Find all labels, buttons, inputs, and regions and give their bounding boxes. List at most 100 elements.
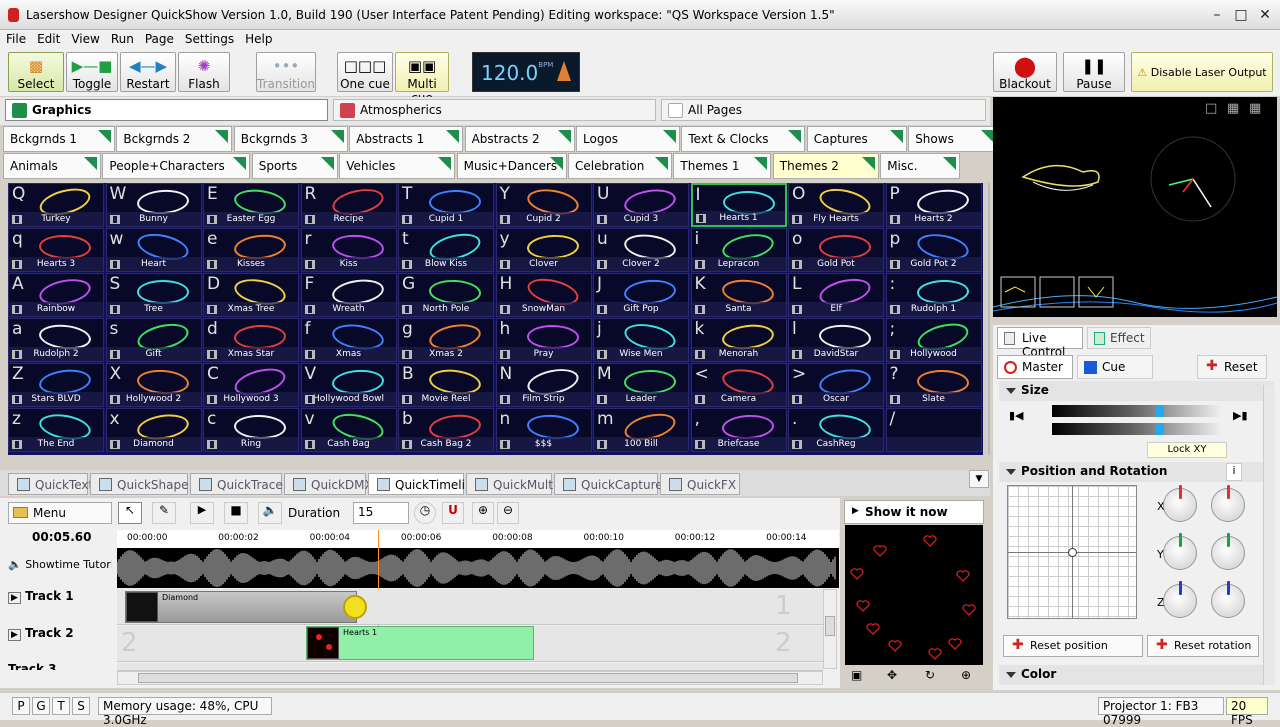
panel-scrollbar[interactable] xyxy=(1263,385,1275,685)
cue-cell[interactable]: S Tree xyxy=(105,273,202,317)
menu-page[interactable]: Page xyxy=(139,30,179,46)
grid-icon[interactable]: ▦ xyxy=(1249,101,1261,116)
cue-cell[interactable]: ? Slate xyxy=(885,363,982,407)
x-position-knob[interactable] xyxy=(1163,485,1197,522)
cue-cell[interactable]: E Easter Egg xyxy=(203,183,299,227)
quick-tab[interactable]: QuickMulti xyxy=(466,473,556,495)
status-g-button[interactable]: G xyxy=(32,697,50,715)
category-tab[interactable]: Vehicles xyxy=(339,153,456,179)
cue-button[interactable]: Cue xyxy=(1077,355,1153,379)
cue-cell[interactable]: : Rudolph 1 xyxy=(885,273,982,317)
cue-cell[interactable]: s Gift xyxy=(105,318,202,362)
cue-cell[interactable]: K Santa xyxy=(690,273,787,317)
track-2-label[interactable]: ▶ Track 2 xyxy=(8,626,74,641)
minimize-icon[interactable]: – xyxy=(1206,6,1228,24)
category-tab[interactable]: Sports xyxy=(251,153,338,179)
expand-icon[interactable]: ▶ xyxy=(8,629,21,641)
restart-button[interactable]: ◀—▶ Restart xyxy=(120,52,176,92)
cue-cell[interactable]: r Kiss xyxy=(300,228,397,272)
horizontal-scrollbar[interactable] xyxy=(117,671,823,685)
category-tab[interactable]: Captures xyxy=(806,126,907,152)
timeline-clip[interactable]: Diamond xyxy=(125,591,357,623)
cue-cell[interactable]: M Leader xyxy=(593,363,689,407)
category-tab[interactable]: Text & Clocks xyxy=(681,126,806,152)
track-3-lane[interactable] xyxy=(117,663,823,671)
category-tab[interactable]: Bckgrnds 2 xyxy=(116,126,233,152)
quick-tab[interactable]: QuickFX xyxy=(660,473,740,495)
bpm-display[interactable]: 120.0BPM xyxy=(472,52,580,92)
category-tab[interactable]: Music+Dancers xyxy=(456,153,567,179)
cue-cell[interactable]: W Bunny xyxy=(105,183,202,227)
skip-end-icon[interactable]: ▶▮ xyxy=(1233,409,1248,422)
category-tab[interactable]: Animals xyxy=(3,153,101,179)
cue-cell[interactable]: H SnowMan xyxy=(495,273,592,317)
category-tab[interactable]: Bckgrnds 1 xyxy=(3,126,115,152)
quick-tab[interactable]: QuickDMX xyxy=(284,473,373,495)
target-icon[interactable]: ⊕ xyxy=(961,668,971,682)
page-tab-atmospherics[interactable]: Atmospherics xyxy=(333,99,656,121)
cue-cell[interactable]: a Rudolph 2 xyxy=(8,318,104,362)
cue-cell[interactable]: j Wise Men xyxy=(593,318,689,362)
z-rotation-knob[interactable] xyxy=(1211,581,1245,618)
transition-button[interactable]: ••• Transition xyxy=(256,52,316,92)
pause-button[interactable]: ❚❚ Pause xyxy=(1063,52,1125,92)
category-tab[interactable]: People+Characters xyxy=(102,153,251,179)
page-tab-graphics[interactable]: Graphics xyxy=(5,99,328,121)
cue-cell[interactable]: / xyxy=(885,408,982,452)
cue-cell[interactable]: . CashReg xyxy=(788,408,884,452)
cue-cell[interactable]: w Heart xyxy=(105,228,202,272)
cue-cell[interactable]: m 100 Bill xyxy=(593,408,689,452)
tab-effect[interactable]: Effect xyxy=(1087,327,1151,349)
cue-cell[interactable]: x Diamond xyxy=(105,408,202,452)
cue-cell[interactable]: o Gold Pot xyxy=(788,228,884,272)
cue-cell[interactable]: q Hearts 3 xyxy=(8,228,104,272)
zoom-out-icon[interactable]: ⊖ xyxy=(497,502,519,524)
status-p-button[interactable]: P xyxy=(12,697,30,715)
cue-cell[interactable]: v Cash Bag xyxy=(300,408,397,452)
cue-cell[interactable]: b Cash Bag 2 xyxy=(398,408,494,452)
pointer-tool-icon[interactable]: ↖ xyxy=(118,502,142,524)
category-tab[interactable]: Logos xyxy=(576,126,680,152)
status-s-button[interactable]: S xyxy=(72,697,90,715)
move-icon[interactable]: ✥ xyxy=(887,668,897,682)
reset-position-button[interactable]: ✚ Reset position xyxy=(1003,635,1143,657)
timeline-clip[interactable]: Hearts 1 xyxy=(306,626,534,660)
cue-cell[interactable]: Q Turkey xyxy=(8,183,104,227)
play-icon[interactable]: ▶ xyxy=(190,502,214,524)
info-button[interactable]: i xyxy=(1226,463,1242,481)
z-position-knob[interactable] xyxy=(1163,581,1197,618)
stop-icon[interactable]: ■ xyxy=(224,502,248,524)
menu-help[interactable]: Help xyxy=(239,30,277,46)
maximize-icon[interactable]: □ xyxy=(1230,6,1252,24)
cue-cell[interactable]: u Clover 2 xyxy=(593,228,689,272)
rotate-icon[interactable]: ↻ xyxy=(925,668,935,682)
toggle-button[interactable]: ▶—■ Toggle xyxy=(66,52,118,92)
cue-cell[interactable]: i Lepracon xyxy=(690,228,787,272)
cue-cell[interactable]: F Wreath xyxy=(300,273,397,317)
cue-cell[interactable]: z The End xyxy=(8,408,104,452)
category-tab[interactable]: Celebration xyxy=(568,153,672,179)
quick-tab[interactable]: QuickShape xyxy=(90,473,189,495)
cue-cell[interactable]: N Film Strip xyxy=(495,363,592,407)
size-y-slider[interactable] xyxy=(1052,423,1220,435)
window-icon[interactable]: □ xyxy=(1205,101,1217,116)
reset-button[interactable]: ✚ Reset xyxy=(1197,355,1267,379)
track-3-label[interactable]: Track 3 xyxy=(8,662,57,670)
cue-cell[interactable]: T Cupid 1 xyxy=(398,183,494,227)
cue-cell[interactable]: C Hollywood 3 xyxy=(203,363,299,407)
cue-cell[interactable]: R Recipe xyxy=(300,183,397,227)
menu-settings[interactable]: Settings xyxy=(179,30,239,46)
cue-cell[interactable]: G North Pole xyxy=(398,273,494,317)
blackout-button[interactable]: ⬤ Blackout xyxy=(993,52,1057,92)
cue-cell[interactable]: X Hollywood 2 xyxy=(105,363,202,407)
menu-run[interactable]: Run xyxy=(105,30,139,46)
one-cue-button[interactable]: □□□ One cue xyxy=(337,52,393,92)
quick-tab[interactable]: QuickText xyxy=(8,473,93,495)
zoom-in-icon[interactable]: ⊕ xyxy=(472,502,494,524)
lock-xy-button[interactable]: Lock XY xyxy=(1147,442,1227,458)
speaker-icon[interactable]: 🔈 xyxy=(258,502,282,524)
cue-cell[interactable]: g Xmas 2 xyxy=(398,318,494,362)
cue-cell[interactable]: D Xmas Tree xyxy=(203,273,299,317)
cue-cell[interactable]: t Blow Kiss xyxy=(398,228,494,272)
y-rotation-knob[interactable] xyxy=(1211,533,1245,570)
